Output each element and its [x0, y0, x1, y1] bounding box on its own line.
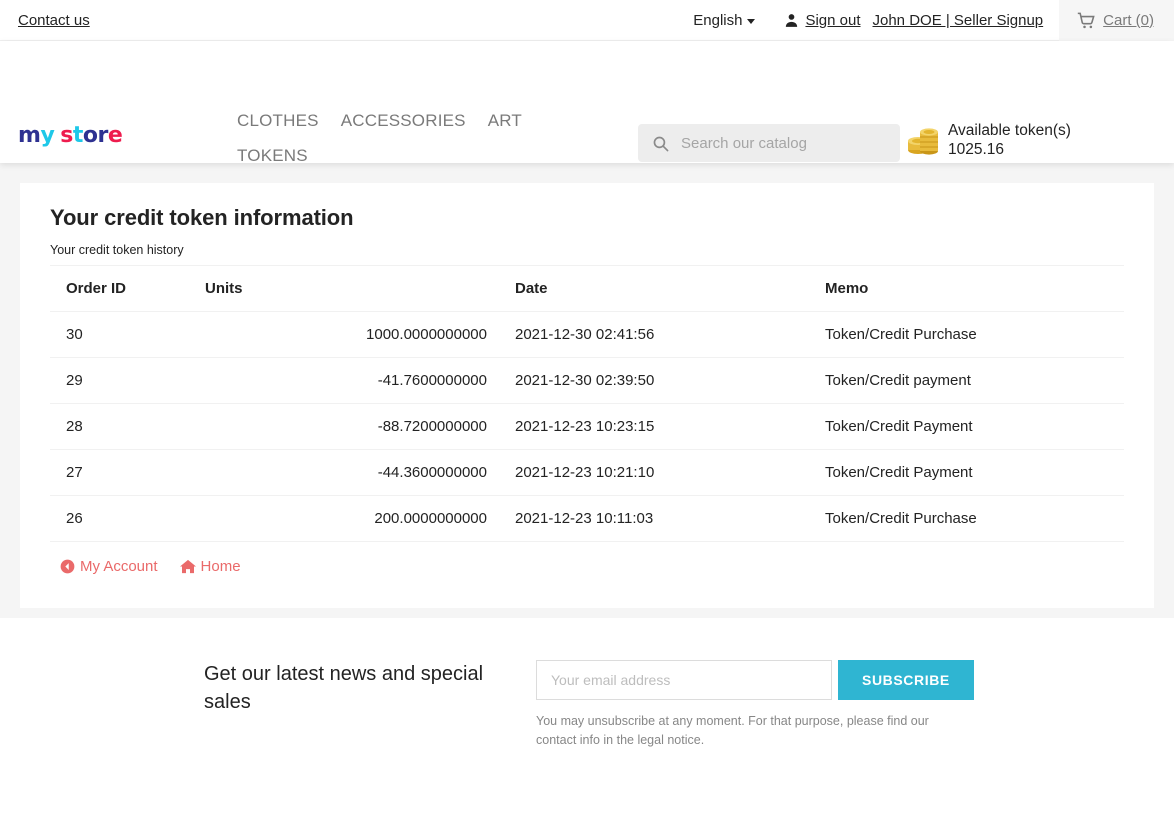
- cell-units: -44.3600000000: [205, 449, 515, 496]
- cell-memo: Token/Credit Payment: [825, 449, 1124, 496]
- newsletter-email-input[interactable]: [536, 660, 832, 700]
- my-account-label: My Account: [80, 558, 158, 575]
- table-body: 30 1000.0000000000 2021-12-30 02:41:56 T…: [50, 311, 1124, 542]
- token-text-group: Available token(s) 1025.16: [948, 121, 1071, 159]
- credit-token-history-table: Order ID Units Date Memo 30 1000.0000000…: [50, 265, 1124, 542]
- table-header: Order ID Units Date Memo: [50, 265, 1124, 312]
- cart-label: Cart (0): [1103, 11, 1154, 29]
- cart-button[interactable]: Cart (0): [1059, 0, 1174, 41]
- menu-item-tokens[interactable]: TOKENS: [237, 136, 595, 175]
- user-icon: [783, 12, 800, 29]
- home-link[interactable]: Home: [179, 558, 241, 575]
- card-subtitle: Your credit token history: [50, 243, 184, 257]
- cell-memo: Token/Credit Purchase: [825, 311, 1124, 358]
- language-selector[interactable]: English: [693, 11, 756, 29]
- my-account-link[interactable]: My Account: [60, 558, 158, 575]
- sign-out-label: Sign out: [805, 11, 861, 29]
- table-row: 26 200.0000000000 2021-12-23 10:11:03 To…: [50, 495, 1124, 542]
- newsletter-inner: Get our latest news and special sales SU…: [0, 660, 1174, 750]
- table-row: 28 -88.7200000000 2021-12-23 10:23:15 To…: [50, 403, 1124, 450]
- coins-icon: [906, 124, 940, 156]
- home-icon: [179, 559, 196, 574]
- cell-order-id: 27: [50, 449, 205, 496]
- menu-item-accessories[interactable]: ACCESSORIES: [341, 101, 466, 140]
- contact-us-link[interactable]: Contact us: [18, 13, 90, 28]
- cell-units: 200.0000000000: [205, 495, 515, 542]
- column-header-memo: Memo: [825, 265, 1124, 312]
- page-title: Your credit token information: [50, 205, 354, 230]
- cell-date: 2021-12-23 10:11:03: [515, 495, 825, 542]
- cell-order-id: 30: [50, 311, 205, 358]
- cart-icon: [1077, 11, 1096, 30]
- column-header-date: Date: [515, 265, 825, 312]
- cell-units: 1000.0000000000: [205, 311, 515, 358]
- cell-units: -88.7200000000: [205, 403, 515, 450]
- search-bar[interactable]: [638, 124, 900, 162]
- logo-letter: s: [60, 123, 73, 148]
- cell-date: 2021-12-23 10:23:15: [515, 403, 825, 450]
- top-navigation-bar: Contact us English Sign out John DOE | S…: [0, 0, 1174, 41]
- table-row: 30 1000.0000000000 2021-12-30 02:41:56 T…: [50, 311, 1124, 358]
- home-label: Home: [200, 558, 241, 575]
- site-header: my store CLOTHESACCESSORIESARTTOKENS: [0, 41, 1174, 165]
- site-logo[interactable]: my store: [18, 123, 123, 148]
- cell-order-id: 28: [50, 403, 205, 450]
- column-header-units: Units: [205, 265, 515, 312]
- newsletter-form: SUBSCRIBE You may unsubscribe at any mom…: [536, 660, 974, 750]
- available-tokens-label: Available token(s): [948, 122, 1071, 139]
- top-nav-right-group: English Sign out John DOE | Seller Signu…: [693, 0, 1174, 41]
- newsletter-title: Get our latest news and special sales: [204, 663, 484, 713]
- chevron-down-icon: [747, 18, 756, 24]
- available-tokens-widget[interactable]: Available token(s) 1025.16: [906, 121, 1071, 159]
- menu-item-clothes[interactable]: CLOTHES: [237, 101, 319, 140]
- language-label: English: [693, 11, 743, 29]
- menu-item-art[interactable]: ART: [488, 101, 522, 140]
- subscribe-button[interactable]: SUBSCRIBE: [838, 660, 974, 700]
- card-footer-links: My Account Home: [50, 542, 1124, 575]
- logo-letter: e: [107, 123, 123, 148]
- cell-order-id: 26: [50, 495, 205, 542]
- column-header-order-id: Order ID: [50, 265, 205, 312]
- newsletter-note: You may unsubscribe at any moment. For t…: [536, 714, 929, 747]
- account-seller-signup-link[interactable]: John DOE | Seller Signup: [873, 12, 1044, 29]
- table-header-row: Order ID Units Date Memo: [50, 265, 1124, 312]
- available-tokens-amount: 1025.16: [948, 141, 1005, 158]
- page-body: Your credit token information Your credi…: [0, 163, 1174, 618]
- cell-memo: Token/Credit Purchase: [825, 495, 1124, 542]
- cell-memo: Token/Credit Payment: [825, 403, 1124, 450]
- newsletter-section: Get our latest news and special sales SU…: [0, 618, 1174, 813]
- search-icon: [652, 135, 669, 152]
- logo-letter: r: [97, 123, 109, 148]
- arrow-circle-left-icon: [60, 559, 75, 574]
- cell-date: 2021-12-23 10:21:10: [515, 449, 825, 496]
- cell-memo: Token/Credit payment: [825, 357, 1124, 404]
- cell-order-id: 29: [50, 357, 205, 404]
- table-row: 27 -44.3600000000 2021-12-23 10:21:10 To…: [50, 449, 1124, 496]
- logo-letter: m: [18, 123, 41, 148]
- cell-units: -41.7600000000: [205, 357, 515, 404]
- sign-out-link[interactable]: Sign out: [783, 11, 861, 29]
- newsletter-input-row: SUBSCRIBE: [536, 660, 974, 700]
- table-row: 29 -41.7600000000 2021-12-30 02:39:50 To…: [50, 357, 1124, 404]
- logo-letter: y: [40, 123, 55, 148]
- cell-date: 2021-12-30 02:41:56: [515, 311, 825, 358]
- credit-token-card: Your credit token information Your credi…: [20, 183, 1154, 608]
- cell-date: 2021-12-30 02:39:50: [515, 357, 825, 404]
- main-menu: CLOTHES ACCESSORIES ART TOKENS: [237, 101, 617, 175]
- logo-letter: o: [82, 123, 98, 148]
- search-input[interactable]: [679, 133, 879, 153]
- logo-letter: t: [72, 123, 84, 148]
